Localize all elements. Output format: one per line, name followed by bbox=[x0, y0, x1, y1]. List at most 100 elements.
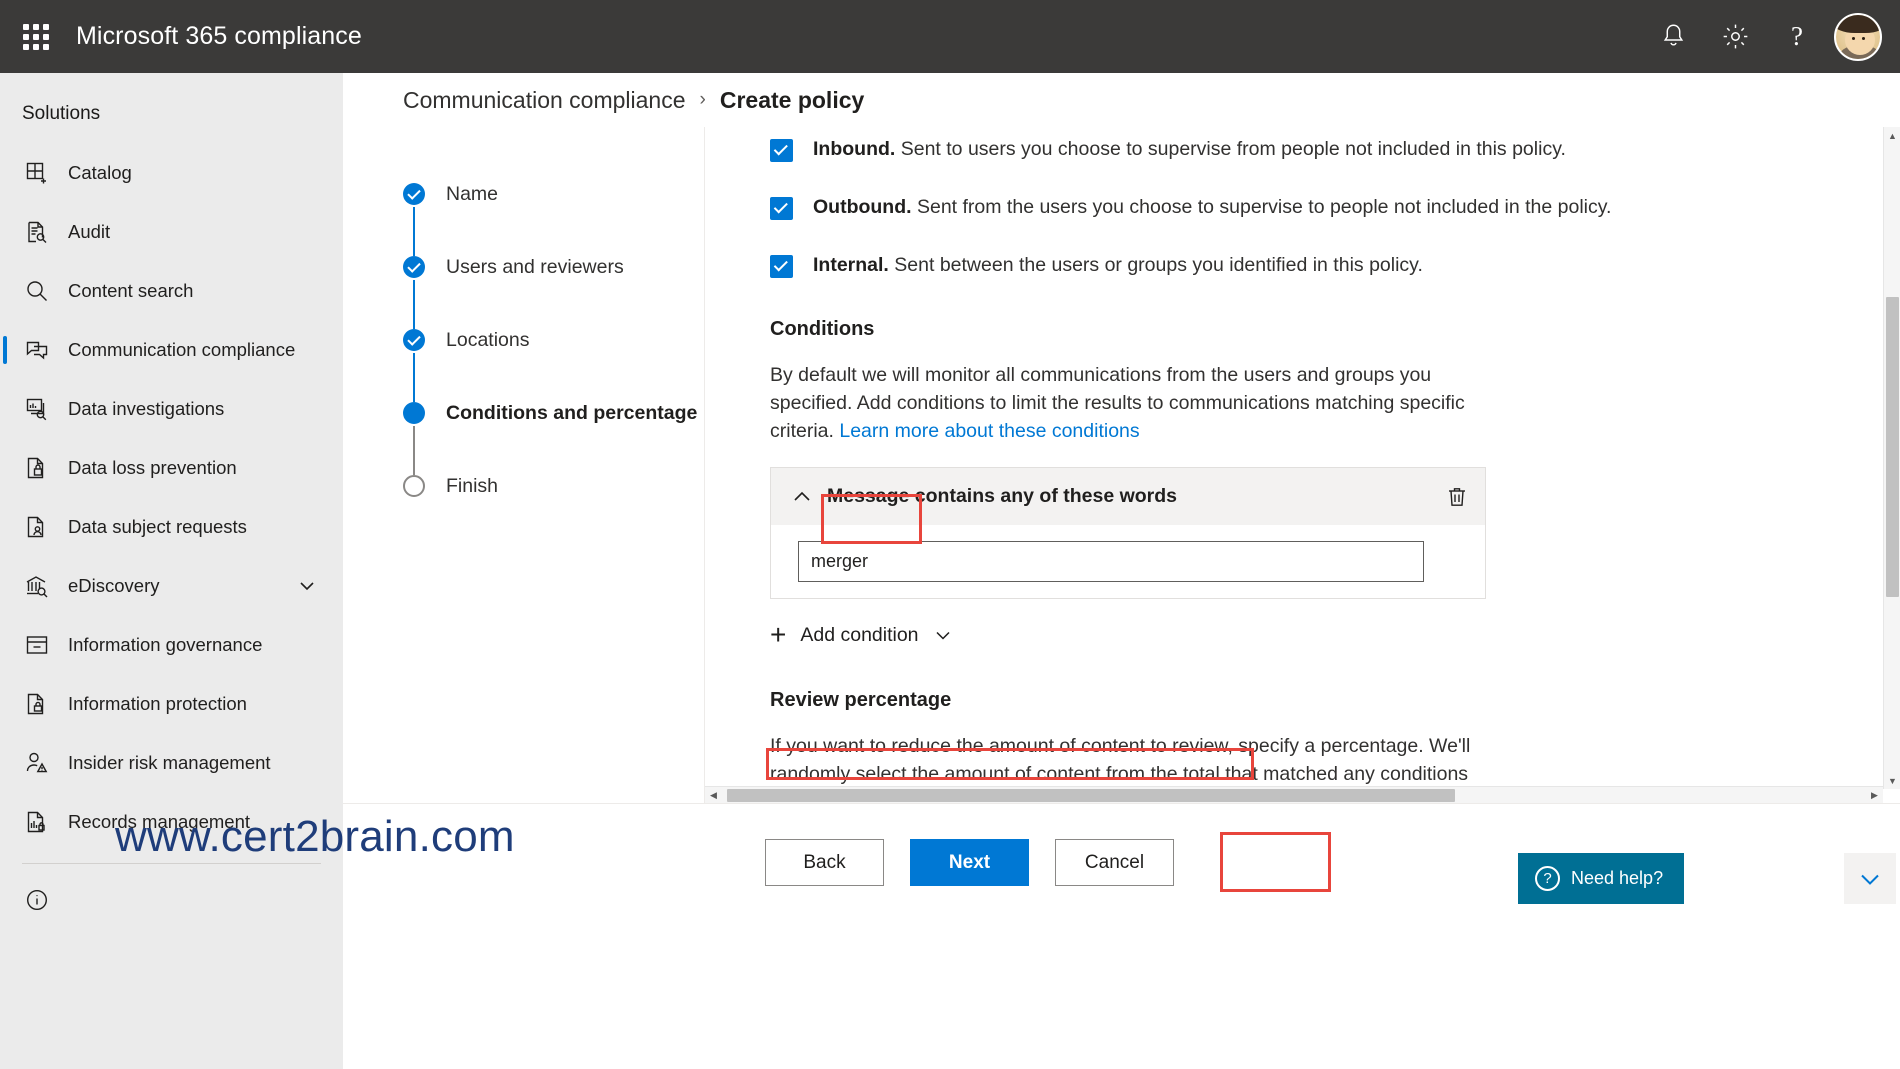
internal-title: Internal. bbox=[813, 254, 889, 276]
scroll-down-arrow-icon[interactable]: ▼ bbox=[1884, 772, 1900, 789]
inbound-title: Inbound. bbox=[813, 138, 896, 160]
sidebar-item-content-search[interactable]: Content search bbox=[0, 261, 343, 320]
scroll-left-arrow-icon[interactable]: ◀ bbox=[705, 787, 722, 804]
internal-label: Internal. Sent between the users or grou… bbox=[813, 253, 1423, 277]
records-chart-icon bbox=[22, 807, 52, 837]
internal-desc: Sent between the users or groups you ide… bbox=[894, 254, 1423, 276]
sidebar-item-communication-compliance[interactable]: Communication compliance bbox=[0, 320, 343, 379]
add-condition-button[interactable]: + Add condition bbox=[770, 621, 960, 649]
wizard-step-name[interactable]: Name bbox=[403, 183, 704, 256]
wizard-step-label: Finish bbox=[446, 475, 499, 497]
sidebar-item-label: Data investigations bbox=[68, 397, 225, 419]
vertical-scroll-thumb[interactable] bbox=[1886, 297, 1899, 597]
person-warning-icon bbox=[22, 748, 52, 778]
sidebar-item-label: Audit bbox=[68, 220, 111, 242]
step-connector bbox=[413, 426, 415, 475]
step-status-current-icon bbox=[403, 402, 425, 424]
bank-search-icon bbox=[22, 571, 52, 601]
step-status-done-icon bbox=[403, 183, 425, 205]
chevron-down-icon[interactable] bbox=[933, 625, 953, 645]
sidebar-item-data-subject-requests[interactable]: Data subject requests bbox=[0, 497, 343, 556]
scroll-right-arrow-icon[interactable]: ▶ bbox=[1866, 787, 1883, 804]
step-connector bbox=[413, 280, 415, 329]
inbound-checkbox[interactable] bbox=[770, 139, 793, 162]
page-title: Create policy bbox=[719, 86, 865, 113]
need-help-label: Need help? bbox=[1571, 868, 1664, 888]
sidebar-item-audit[interactable]: Audit bbox=[0, 202, 343, 261]
archive-icon bbox=[22, 630, 52, 660]
add-condition-label: Add condition bbox=[800, 623, 919, 646]
sidebar-item-catalog[interactable]: Catalog bbox=[0, 143, 343, 202]
main-content: Inbound. Sent to users you choose to sup… bbox=[705, 127, 1900, 803]
suite-title[interactable]: Microsoft 365 compliance bbox=[76, 22, 362, 51]
condition-words-input[interactable] bbox=[798, 541, 1424, 582]
trash-icon[interactable] bbox=[1445, 485, 1469, 509]
cancel-button[interactable]: Cancel bbox=[1055, 839, 1174, 886]
sidebar-item-insider-risk-management[interactable]: Insider risk management bbox=[0, 733, 343, 792]
sidebar-item-label: Data loss prevention bbox=[68, 456, 237, 478]
breadcrumb: Communication compliance › Create policy bbox=[343, 73, 1900, 127]
sidebar-header: Solutions bbox=[22, 103, 101, 124]
step-connector bbox=[413, 353, 415, 402]
step-status-done-icon bbox=[403, 256, 425, 278]
need-help-button[interactable]: ? Need help? bbox=[1518, 853, 1684, 904]
inbound-label: Inbound. Sent to users you choose to sup… bbox=[813, 137, 1566, 161]
wizard-step-users-and-reviewers[interactable]: Users and reviewers bbox=[403, 256, 704, 329]
sidebar-item-data-investigations[interactable]: Data investigations bbox=[0, 379, 343, 438]
sidebar-item-more[interactable] bbox=[0, 870, 343, 929]
shield-document-icon bbox=[22, 689, 52, 719]
inbound-desc: Sent to users you choose to supervise fr… bbox=[900, 138, 1566, 160]
wizard-step-label: Conditions and percentage bbox=[446, 402, 698, 424]
wizard-step-finish[interactable]: Finish bbox=[403, 475, 704, 548]
wizard-step-locations[interactable]: Locations bbox=[403, 329, 704, 402]
sidebar-item-data-loss-prevention[interactable]: Data loss prevention bbox=[0, 438, 343, 497]
question-circle-icon: ? bbox=[1535, 866, 1560, 891]
watermark: www.cert2brain.com bbox=[115, 812, 515, 861]
chat-bubbles-icon bbox=[22, 335, 52, 365]
sidebar-item-label: eDiscovery bbox=[68, 574, 160, 596]
chevron-up-icon[interactable] bbox=[785, 486, 819, 508]
step-status-todo-icon bbox=[403, 475, 425, 497]
main-horizontal-scrollbar[interactable]: ◀ ▶ bbox=[705, 786, 1883, 803]
help-icon[interactable]: ? bbox=[1766, 0, 1828, 73]
conditions-heading: Conditions bbox=[770, 318, 875, 340]
plus-icon: + bbox=[770, 619, 787, 650]
sidebar-item-information-governance[interactable]: Information governance bbox=[0, 615, 343, 674]
conditions-description: By default we will monitor all communica… bbox=[770, 361, 1490, 445]
sidebar-item-information-protection[interactable]: Information protection bbox=[0, 674, 343, 733]
sidebar: Solutions Catalog Audit Content search C… bbox=[0, 73, 343, 1069]
sidebar-item-ediscovery[interactable]: eDiscovery bbox=[0, 556, 343, 615]
wizard-step-label: Name bbox=[446, 183, 499, 205]
sidebar-item-label: Communication compliance bbox=[68, 338, 296, 360]
notifications-icon[interactable] bbox=[1642, 0, 1704, 73]
condition-card-header: Message contains any of these words bbox=[771, 468, 1485, 525]
wizard-step-conditions-and-percentage[interactable]: Conditions and percentage bbox=[403, 402, 704, 475]
condition-card-title: Message contains any of these words bbox=[827, 485, 1178, 507]
back-button[interactable]: Back bbox=[765, 839, 884, 886]
app-launcher-icon[interactable] bbox=[10, 0, 62, 73]
breadcrumb-root[interactable]: Communication compliance bbox=[403, 87, 686, 114]
horizontal-scroll-thumb[interactable] bbox=[727, 789, 1455, 802]
catalog-icon bbox=[22, 158, 52, 188]
search-icon bbox=[22, 276, 52, 306]
wizard-step-label: Locations bbox=[446, 329, 530, 351]
outbound-checkbox[interactable] bbox=[770, 197, 793, 220]
audit-icon bbox=[22, 217, 52, 247]
collapse-panel-button[interactable] bbox=[1844, 853, 1896, 904]
review-percentage-heading: Review percentage bbox=[770, 689, 952, 711]
chevron-down-icon[interactable] bbox=[297, 576, 317, 596]
condition-card: Message contains any of these words bbox=[770, 467, 1486, 599]
person-document-icon bbox=[22, 512, 52, 542]
internal-checkbox[interactable] bbox=[770, 255, 793, 278]
user-avatar[interactable] bbox=[1834, 12, 1882, 61]
checkbox-row-outbound: Outbound. Sent from the users you choose… bbox=[770, 195, 1900, 220]
wizard-rail: Name Users and reviewers Locations Condi… bbox=[343, 127, 705, 803]
footer-bar: Back Next Cancel ? Need help? bbox=[343, 803, 1900, 1069]
learn-more-link[interactable]: Learn more about these conditions bbox=[839, 420, 1139, 442]
next-button[interactable]: Next bbox=[910, 839, 1029, 886]
main-vertical-scrollbar[interactable]: ▲ ▼ bbox=[1883, 127, 1900, 789]
scroll-up-arrow-icon[interactable]: ▲ bbox=[1884, 127, 1900, 144]
settings-icon[interactable] bbox=[1704, 0, 1766, 73]
wizard-step-label: Users and reviewers bbox=[446, 256, 624, 278]
sidebar-item-label: Catalog bbox=[68, 161, 132, 183]
